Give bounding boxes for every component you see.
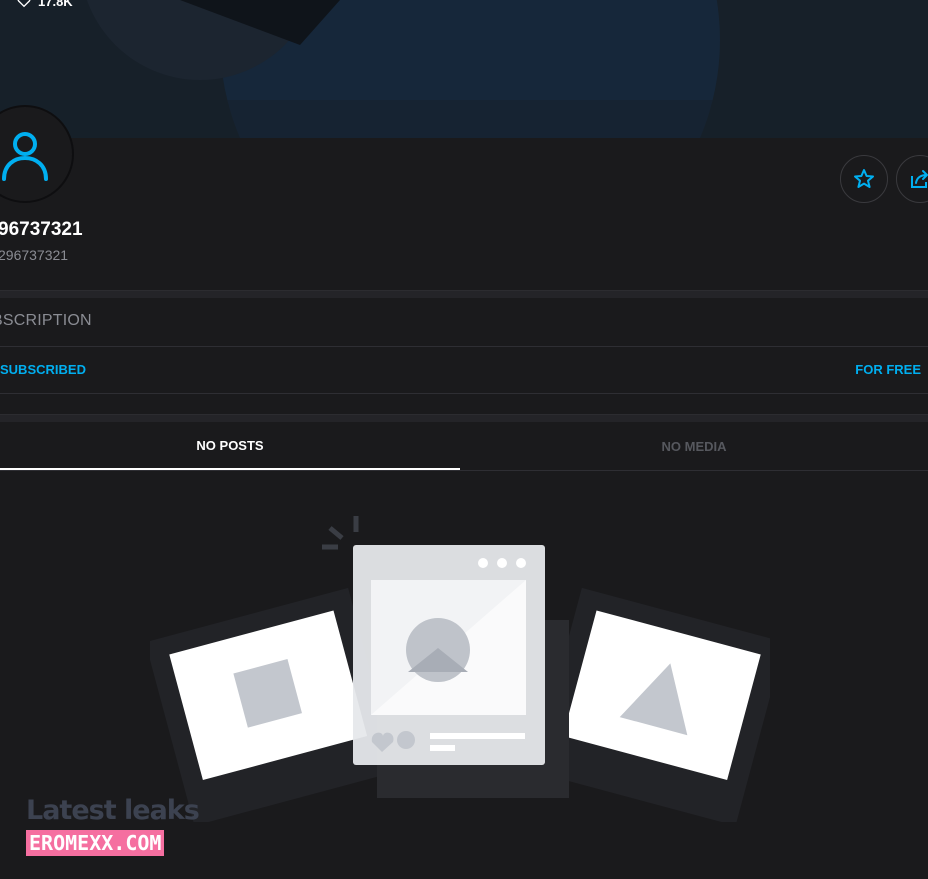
tab-media-label: NO MEDIA	[661, 438, 727, 454]
cover-image	[0, 0, 928, 138]
empty-posts-illustration	[150, 516, 770, 822]
tab-posts-label: NO POSTS	[196, 437, 264, 453]
favorite-button[interactable]	[840, 155, 888, 203]
tab-posts[interactable]: NO POSTS	[0, 422, 460, 470]
subscription-price: FOR FREE	[855, 362, 921, 377]
share-icon	[911, 170, 928, 188]
subscription-title: BSCRIPTION	[0, 312, 92, 329]
star-icon	[854, 169, 874, 188]
user-icon	[2, 132, 48, 181]
section-divider	[0, 290, 928, 298]
display-name: 96737321	[0, 219, 83, 240]
likes-counter: 17.8K	[16, 0, 73, 9]
divider	[0, 346, 928, 347]
profile-cover: 17.8K	[0, 0, 928, 138]
watermark: Latest leaks EROMEXX.COM	[26, 795, 200, 856]
divider	[0, 393, 928, 394]
watermark-site: EROMEXX.COM	[26, 830, 165, 856]
section-divider	[0, 414, 928, 422]
share-button[interactable]	[896, 155, 928, 203]
likes-count: 17.8K	[38, 0, 73, 9]
heart-icon	[17, 0, 31, 8]
tabs-divider	[0, 470, 928, 471]
tab-media[interactable]: NO MEDIA	[460, 422, 928, 470]
subscribed-button[interactable]: SUBSCRIBED	[0, 362, 86, 377]
username: 296737321	[0, 247, 69, 263]
watermark-title: Latest leaks	[26, 795, 200, 826]
